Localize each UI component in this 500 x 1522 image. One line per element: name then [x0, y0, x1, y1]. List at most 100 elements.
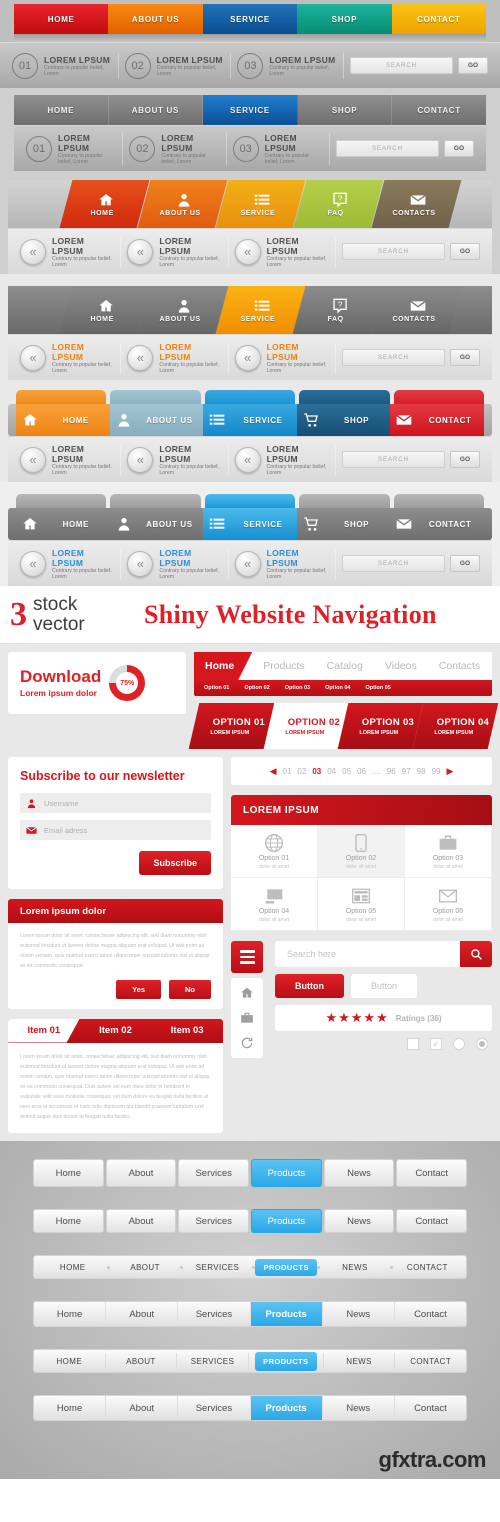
- bar2-about[interactable]: About: [105, 1209, 177, 1234]
- refresh-icon[interactable]: [240, 1036, 254, 1050]
- lorem-cell-3[interactable]: Option 03 dolor sit amet: [404, 825, 492, 878]
- triangle-right-icon[interactable]: ▶: [446, 766, 453, 777]
- nav2-tab-home[interactable]: HOME: [14, 95, 109, 125]
- search-input[interactable]: SEARCH: [341, 243, 445, 260]
- briefcase-icon[interactable]: [240, 1011, 254, 1025]
- nav4-tab-contacts[interactable]: CONTACTS: [371, 286, 462, 334]
- page-99[interactable]: 99: [432, 767, 441, 776]
- bar5-products[interactable]: PRODUCTS: [254, 1351, 317, 1371]
- nav3-info-item[interactable]: « LOREM LPSUM Contrary to popular belief,…: [121, 235, 229, 268]
- search-icon[interactable]: [460, 941, 492, 967]
- bar2-news[interactable]: News: [323, 1209, 395, 1234]
- bar1-products[interactable]: Products: [251, 1159, 322, 1188]
- bar4-news[interactable]: News: [323, 1302, 395, 1327]
- bar3-home[interactable]: HOME: [38, 1263, 107, 1272]
- nav4-tab-about[interactable]: ABOUT US: [137, 286, 228, 334]
- bar6-services[interactable]: Services: [178, 1396, 251, 1421]
- nav5-info-item[interactable]: « LOREM LPSUM Contrary to popular belief,…: [14, 443, 122, 476]
- primary-button[interactable]: Button: [275, 974, 344, 998]
- lorem-cell-2[interactable]: Option 02 dolor sit amet: [317, 825, 405, 878]
- topnav-item-contacts[interactable]: Contacts: [428, 652, 491, 680]
- go-button[interactable]: GO: [449, 555, 480, 572]
- page-05[interactable]: 05: [342, 767, 351, 776]
- nav1-info-item[interactable]: 03 LOREM LPSUM Contrary to popular belief…: [231, 52, 345, 79]
- bar6-about[interactable]: About: [106, 1396, 179, 1421]
- subopt-3[interactable]: Option 03: [285, 685, 310, 691]
- radio-checked[interactable]: [476, 1038, 488, 1050]
- subopt-1[interactable]: Option 01: [204, 685, 229, 691]
- yes-button[interactable]: Yes: [116, 979, 161, 999]
- subopt-2[interactable]: Option 02: [244, 685, 269, 691]
- page-01[interactable]: 01: [283, 767, 292, 776]
- nav5-tab-contact[interactable]: CONTACT: [390, 404, 484, 436]
- nav3-tab-contacts[interactable]: CONTACTS: [371, 180, 462, 228]
- nav1-tab-contact[interactable]: CONTACT: [391, 4, 487, 34]
- ratings-widget[interactable]: ★★★★★ Ratings (36): [275, 1005, 492, 1031]
- bar1-about[interactable]: About: [105, 1159, 177, 1188]
- nav1-info-item[interactable]: 02 LOREM LPSUM Contrary to popular belief…: [119, 52, 232, 79]
- option-strip-2[interactable]: OPTION 02 LOREM IPSUM: [263, 703, 349, 749]
- lorem-cell-4[interactable]: Option 04 dolor sit amet: [231, 878, 318, 931]
- page-04[interactable]: 04: [327, 767, 336, 776]
- bar5-news[interactable]: NEWS: [324, 1357, 395, 1366]
- bar4-products[interactable]: Products: [250, 1302, 323, 1327]
- option-strip-1[interactable]: OPTION 01 LOREM IPSUM: [188, 703, 274, 749]
- nav4-tab-home[interactable]: HOME: [59, 286, 150, 334]
- nav3-tab-about[interactable]: ABOUT US: [137, 180, 228, 228]
- nav4-tab-faq[interactable]: ? FAQ: [293, 286, 384, 334]
- nav6-info-item[interactable]: « LOREM LPSUM Contrary to popular belief,…: [229, 547, 336, 580]
- bar2-services[interactable]: Services: [178, 1209, 250, 1234]
- nav2-tab-service[interactable]: SERVICE: [203, 95, 298, 125]
- bar6-home[interactable]: Home: [34, 1396, 107, 1421]
- bar6-news[interactable]: News: [323, 1396, 395, 1421]
- bar1-services[interactable]: Services: [178, 1159, 250, 1188]
- search-input[interactable]: SEARCH: [350, 57, 454, 74]
- bar5-home[interactable]: HOME: [34, 1357, 105, 1366]
- go-button[interactable]: GO: [449, 349, 480, 366]
- nav6-info-item[interactable]: « LOREM LPSUM Contrary to popular belief,…: [121, 547, 229, 580]
- triangle-left-icon[interactable]: ◀: [270, 766, 277, 777]
- nav6-info-item[interactable]: « LOREM LPSUM Contrary to popular belief,…: [14, 547, 122, 580]
- go-button[interactable]: GO: [458, 57, 489, 74]
- bar6-products[interactable]: Products: [250, 1396, 323, 1421]
- lorem-cell-5[interactable]: Option 05 dolor sit amet: [317, 878, 405, 931]
- nav6-tab-home[interactable]: HOME: [16, 508, 110, 540]
- option-strip-3[interactable]: OPTION 03 LOREM IPSUM: [337, 703, 423, 749]
- nav4-tab-service[interactable]: SERVICE: [215, 286, 306, 334]
- go-button[interactable]: GO: [449, 451, 480, 468]
- search-widget[interactable]: Search here: [275, 941, 492, 967]
- nav3-info-item[interactable]: « LOREM LPSUM Contrary to popular belief,…: [14, 235, 122, 268]
- secondary-button[interactable]: Button: [351, 974, 418, 998]
- nav6-tab-contact[interactable]: CONTACT: [390, 508, 484, 540]
- nav6-tab-about[interactable]: ABOUT US: [109, 508, 204, 540]
- checkbox-unchecked[interactable]: [407, 1038, 419, 1050]
- tab-item-03[interactable]: Item 03: [151, 1019, 223, 1043]
- nav1-tab-service[interactable]: SERVICE: [202, 4, 298, 34]
- search-input[interactable]: SEARCH: [335, 140, 439, 157]
- nav4-info-item[interactable]: « LOREM LPSUM Contrary to popular belief,…: [229, 341, 336, 374]
- tab-item-01[interactable]: Item 01: [8, 1019, 80, 1043]
- bar3-services[interactable]: SERVICES: [183, 1263, 252, 1272]
- email-field[interactable]: Email adress: [20, 820, 211, 840]
- page-06[interactable]: 06: [357, 767, 366, 776]
- lorem-cell-6[interactable]: Option 06 dolor sit amet: [404, 878, 492, 931]
- nav3-tab-faq[interactable]: ? FAQ: [293, 180, 384, 228]
- nav2-tab-shop[interactable]: SHOP: [298, 95, 393, 125]
- hamburger-icon[interactable]: [231, 941, 263, 973]
- home-icon[interactable]: [240, 986, 254, 1000]
- bar3-about[interactable]: ABOUT: [110, 1263, 179, 1272]
- topnav-item-videos[interactable]: Videos: [374, 652, 428, 680]
- nav1-tab-shop[interactable]: SHOP: [297, 4, 392, 34]
- topnav-item-products[interactable]: Products: [252, 652, 315, 680]
- bar1-contact[interactable]: Contact: [396, 1159, 468, 1188]
- bar3-contact[interactable]: CONTACT: [393, 1263, 462, 1272]
- nav2-info-item[interactable]: 02 LOREM LPSUM Contrary to popular belief…: [123, 132, 227, 165]
- bar3-news[interactable]: NEWS: [320, 1263, 389, 1272]
- search-input[interactable]: SEARCH: [341, 451, 445, 468]
- nav2-info-item[interactable]: 03 LOREM LPSUM Contrary to popular belief…: [227, 132, 330, 165]
- nav1-tab-about[interactable]: ABOUT US: [108, 4, 203, 34]
- bar1-news[interactable]: News: [323, 1159, 395, 1188]
- nav5-tab-about[interactable]: ABOUT US: [109, 404, 204, 436]
- nav2-tab-about[interactable]: ABOUT US: [109, 95, 204, 125]
- bar6-contact[interactable]: Contact: [395, 1396, 466, 1420]
